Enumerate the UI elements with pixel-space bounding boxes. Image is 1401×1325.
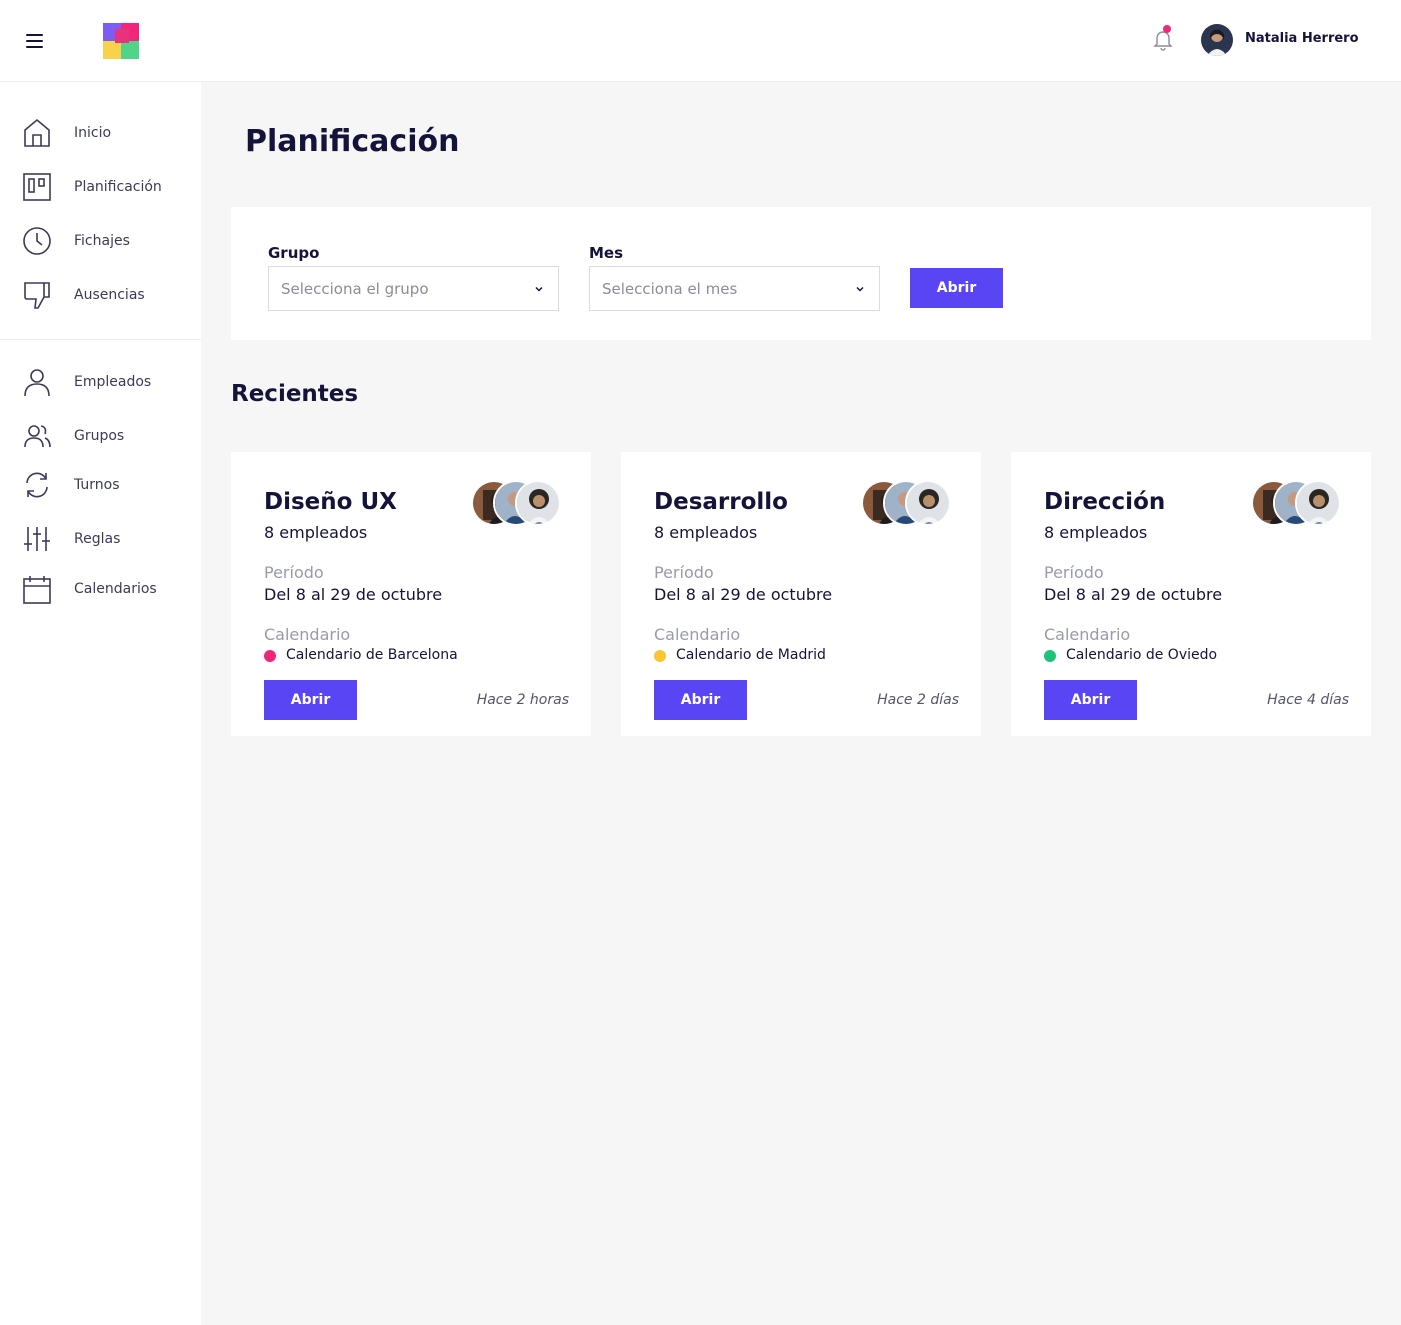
last-modified: Hace 2 días [877, 692, 959, 708]
avatar-group [1251, 480, 1341, 526]
avatar[interactable] [515, 480, 561, 526]
hamburger-menu-icon[interactable] [26, 34, 43, 48]
avatar-group [861, 480, 951, 526]
user-name[interactable]: Natalia Herrero [1245, 31, 1359, 46]
sidebar-item-empleados[interactable]: Empleados [0, 363, 201, 403]
chevron-down-icon [856, 286, 864, 292]
sidebar-item-label: Ausencias [74, 287, 145, 303]
notification-dot [1163, 25, 1171, 33]
sidebar-item-ausencias[interactable]: Ausencias [0, 276, 201, 316]
sidebar-item-label: Grupos [74, 428, 125, 444]
period-value: Del 8 al 29 de octubre [264, 585, 443, 604]
recent-section-title: Recientes [231, 381, 359, 407]
sidebar-item-planificacion[interactable]: Planificación [0, 168, 201, 208]
open-filter-button[interactable]: Abrir [910, 268, 1003, 308]
sidebar-item-label: Planificación [74, 179, 162, 195]
last-modified: Hace 4 días [1267, 692, 1349, 708]
calendar-color-dot [1044, 650, 1056, 662]
avatar-group [471, 480, 561, 526]
sidebar-item-label: Reglas [74, 531, 121, 547]
clock-icon [23, 227, 51, 255]
calendar-label: Calendario [1044, 625, 1131, 644]
kanban-board-icon [23, 173, 51, 201]
sidebar-item-label: Inicio [74, 125, 112, 141]
employee-count: 8 empleados [264, 523, 368, 542]
users-icon [24, 425, 51, 448]
open-card-button[interactable]: Abrir [1044, 680, 1137, 720]
calendar-icon [23, 576, 51, 604]
sidebar-item-inicio[interactable]: Inicio [0, 114, 201, 154]
open-card-button[interactable]: Abrir [654, 680, 747, 720]
sidebar-item-grupos[interactable]: Grupos [0, 417, 201, 457]
month-label: Mes [589, 244, 624, 262]
card-title: Desarrollo [654, 489, 788, 515]
recent-card-desarrollo: Desarrollo 8 empleados Período Del 8 al … [621, 452, 981, 736]
home-icon [24, 118, 50, 147]
period-label: Período [1044, 563, 1104, 582]
avatar[interactable] [1295, 480, 1341, 526]
open-card-button[interactable]: Abrir [264, 680, 357, 720]
chevron-down-icon [535, 286, 543, 292]
sidebar-item-reglas[interactable]: Reglas [0, 520, 201, 560]
group-select[interactable]: Selecciona el grupo [268, 266, 559, 311]
sidebar-item-turnos[interactable]: Turnos [0, 466, 201, 506]
calendar-color-dot [264, 650, 276, 662]
recent-card-direccion: Dirección 8 empleados Período Del 8 al 2… [1011, 452, 1371, 736]
employee-count: 8 empleados [654, 523, 758, 542]
top-bar: Natalia Herrero [0, 0, 1401, 82]
month-select-placeholder: Selecciona el mes [602, 280, 738, 298]
sidebar-divider [0, 339, 201, 340]
calendar-name: Calendario de Madrid [676, 647, 826, 663]
user-icon [24, 369, 50, 397]
period-label: Período [654, 563, 714, 582]
calendar-label: Calendario [654, 625, 741, 644]
user-avatar[interactable] [1201, 24, 1233, 56]
calendar-color-dot [654, 650, 666, 662]
sidebar-item-label: Fichajes [74, 233, 130, 249]
group-select-placeholder: Selecciona el grupo [281, 280, 429, 298]
group-label: Grupo [268, 244, 320, 262]
last-modified: Hace 2 horas [476, 692, 569, 708]
sliders-icon [24, 527, 50, 551]
employee-count: 8 empleados [1044, 523, 1148, 542]
card-title: Diseño UX [264, 489, 397, 515]
calendar-name: Calendario de Oviedo [1066, 647, 1218, 663]
period-label: Período [264, 563, 324, 582]
filter-panel: Grupo Selecciona el grupo Mes Selecciona… [231, 207, 1371, 340]
thumbs-down-icon [24, 282, 50, 309]
sidebar: Inicio Planificación Fichajes Ausencias … [0, 82, 201, 1325]
sidebar-item-label: Turnos [74, 477, 120, 493]
app-logo[interactable] [103, 23, 139, 59]
period-value: Del 8 al 29 de octubre [1044, 585, 1223, 604]
page-title: Planificación [245, 124, 460, 159]
period-value: Del 8 al 29 de octubre [654, 585, 833, 604]
calendar-name: Calendario de Barcelona [286, 647, 458, 663]
sidebar-item-fichajes[interactable]: Fichajes [0, 222, 201, 262]
sidebar-item-label: Calendarios [74, 581, 157, 597]
sidebar-item-calendarios[interactable]: Calendarios [0, 570, 201, 610]
avatar[interactable] [905, 480, 951, 526]
refresh-icon [26, 472, 48, 498]
month-select[interactable]: Selecciona el mes [589, 266, 880, 311]
card-title: Dirección [1044, 489, 1166, 515]
recent-card-diseno-ux: Diseño UX 8 empleados Período Del 8 al 2… [231, 452, 591, 736]
calendar-label: Calendario [264, 625, 351, 644]
sidebar-item-label: Empleados [74, 374, 152, 390]
